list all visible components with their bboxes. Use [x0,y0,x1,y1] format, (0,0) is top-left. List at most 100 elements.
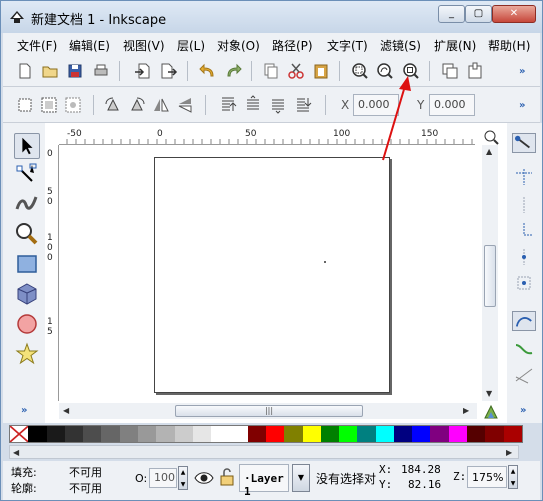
menu-help[interactable]: 帮助(H) [488,37,530,54]
color-swatch[interactable] [375,426,394,442]
color-swatch[interactable] [137,426,157,442]
color-swatch[interactable] [156,426,175,442]
color-swatch[interactable] [357,426,376,442]
scroll-up-icon[interactable]: ▲ [486,147,492,156]
color-swatch[interactable] [320,426,340,442]
copy-icon[interactable] [261,61,281,81]
color-swatch[interactable] [430,426,449,442]
flip-vertical-icon[interactable] [175,95,195,115]
snap-bbox-center-icon[interactable] [512,273,536,293]
scroll-down-icon[interactable]: ▼ [486,389,492,398]
eye-visibility-icon[interactable] [194,469,214,487]
menu-edit[interactable]: 编辑(E) [69,37,110,54]
raise-to-top-icon[interactable] [218,95,238,115]
rectangle-tool-icon[interactable] [14,251,40,277]
menu-filters[interactable]: 滤镜(S) [380,37,421,54]
color-swatch[interactable] [64,426,84,442]
document-properties-icon[interactable] [465,61,485,81]
palette-scrollbar[interactable]: ◀ ▶ [9,445,519,459]
horizontal-scroll-thumb[interactable]: ||| [175,405,363,417]
snap-paths-icon[interactable] [512,339,536,359]
color-swatch[interactable] [265,426,285,442]
color-swatch[interactable] [503,426,522,442]
deselect-icon[interactable] [63,95,83,115]
menu-extensions[interactable]: 扩展(N) [434,37,476,54]
snapbar-more-icon[interactable]: » [520,405,526,416]
lock-icon[interactable] [219,467,235,487]
raise-icon[interactable] [243,95,263,115]
zoom-spinner[interactable]: ▲ ▼ [508,465,518,489]
menu-path[interactable]: 路径(P) [272,37,313,54]
select-all-icon[interactable] [15,95,35,115]
flip-horizontal-icon[interactable] [151,95,171,115]
selector-tool-icon[interactable] [14,133,40,159]
print-icon[interactable] [91,61,111,81]
star-tool-icon[interactable] [14,341,40,367]
y-input[interactable]: 0.000 [429,94,475,116]
stroke-value[interactable]: 不可用 [69,480,102,496]
color-swatch[interactable] [229,426,248,442]
color-swatch[interactable] [393,426,413,442]
palette-scroll-right-icon[interactable]: ▶ [506,448,512,457]
color-swatch[interactable] [412,426,431,442]
scroll-left-icon[interactable]: ◀ [63,406,69,415]
document-page[interactable] [154,157,390,393]
color-swatch[interactable] [28,426,47,442]
palette-scroll-left-icon[interactable]: ◀ [13,448,19,457]
export-icon[interactable] [158,61,178,81]
vertical-scroll-thumb[interactable] [484,245,496,307]
paste-icon[interactable] [311,61,331,81]
zoom-selection-icon[interactable] [350,61,370,81]
lower-to-bottom-icon[interactable] [293,95,313,115]
tweak-tool-icon[interactable] [14,189,40,215]
color-swatch[interactable] [83,426,102,442]
controls-more-icon[interactable]: » [519,100,525,111]
rotate-ccw-icon[interactable] [103,95,123,115]
snap-nodes-icon[interactable] [512,311,536,331]
close-button[interactable]: ✕ [492,5,536,23]
color-swatch[interactable] [46,426,65,442]
layer-dropdown-icon[interactable]: ▼ [292,464,310,492]
color-swatch[interactable] [119,426,138,442]
maximize-button[interactable]: ▢ [465,5,492,23]
zoom-drawing-icon[interactable] [375,61,395,81]
horizontal-scrollbar[interactable]: ◀ ||| ▶ [59,403,477,419]
color-swatch[interactable] [467,426,486,442]
undo-icon[interactable] [198,61,218,81]
vertical-scrollbar[interactable]: ▲ ▼ [482,145,498,401]
layer-selector[interactable]: ·Layer 1 [239,464,289,498]
color-swatch[interactable] [448,426,468,442]
redo-icon[interactable] [223,61,243,81]
lower-icon[interactable] [268,95,288,115]
commands-more-icon[interactable]: » [519,66,525,77]
color-swatch[interactable] [247,426,266,442]
3d-box-tool-icon[interactable] [14,281,40,307]
ellipse-tool-icon[interactable] [14,311,40,337]
color-swatch[interactable] [284,426,303,442]
rotate-cw-icon[interactable] [127,95,147,115]
zoom-page-icon[interactable] [401,61,421,81]
snap-intersections-icon[interactable] [512,365,536,385]
menu-file[interactable]: 文件(F) [17,37,57,54]
x-input[interactable]: 0.000 [353,94,399,116]
no-paint-swatch[interactable] [10,426,29,442]
color-swatch[interactable] [302,426,321,442]
fill-value[interactable]: 不可用 [69,464,102,480]
color-manage-icon[interactable] [483,404,499,420]
snap-bbox-corner-icon[interactable] [512,221,536,241]
color-swatch[interactable] [101,426,120,442]
title-bar[interactable]: 新建文档 1 - Inkscape _ ▢ ✕ [1,1,542,33]
save-icon[interactable] [65,61,85,81]
import-icon[interactable] [133,61,153,81]
zoom-input[interactable]: 175% [467,466,507,488]
menu-view[interactable]: 视图(V) [123,37,165,54]
menu-text[interactable]: 文字(T) [327,37,368,54]
toolbox-more-icon[interactable]: » [21,405,27,416]
snap-bbox-icon[interactable] [512,167,536,187]
snap-enable-icon[interactable] [512,133,536,153]
opacity-input[interactable]: 100 [149,468,177,488]
color-swatch[interactable] [174,426,193,442]
color-swatch[interactable] [192,426,212,442]
node-tool-icon[interactable] [14,161,40,187]
new-document-icon[interactable] [15,61,35,81]
